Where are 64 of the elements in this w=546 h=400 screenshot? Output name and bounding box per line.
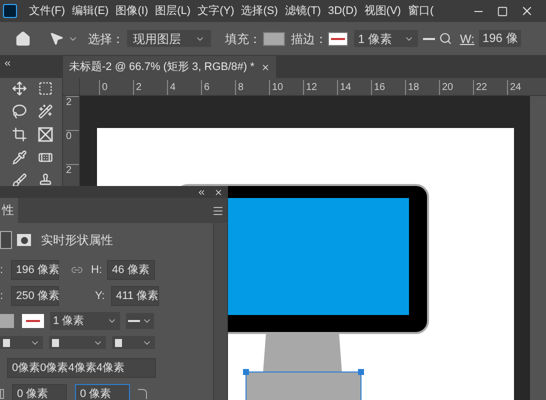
menu-item[interactable]: 文件(F) [29, 2, 66, 20]
menu-item[interactable]: 窗口( [408, 2, 434, 20]
width-label: W: [460, 30, 474, 48]
line-style-dropdown[interactable] [126, 313, 154, 329]
menu-item[interactable]: 编辑(E) [72, 2, 109, 20]
stroke-align-dropdown[interactable] [0, 336, 43, 349]
move-icon[interactable] [12, 81, 28, 96]
pointer-icon[interactable] [49, 31, 64, 46]
stroke-width-dropdown[interactable]: 1 像素 [50, 312, 120, 330]
document-tab[interactable]: 未标题-2 @ 66.7% (矩形 3, RGB/8#) * [63, 56, 276, 78]
close-icon[interactable] [261, 62, 270, 72]
shape-mask-icon[interactable] [0, 231, 12, 249]
width-field[interactable]: 196 像素 [11, 260, 59, 280]
stroke-corner-dropdown[interactable] [112, 336, 155, 349]
y-field[interactable]: 411 像素 [111, 286, 159, 306]
width-field[interactable]: 196 像 [479, 30, 521, 47]
lasso-icon[interactable] [12, 104, 28, 119]
stroke-label: 描边： [291, 30, 327, 48]
menu-item[interactable]: 图层(L) [155, 2, 191, 20]
stroke-swatch[interactable] [328, 32, 348, 46]
select-label: 选择： [88, 30, 124, 48]
fill-label: 填充： [225, 30, 261, 48]
close-icon[interactable] [520, 4, 534, 18]
vector-mask-icon[interactable] [17, 234, 31, 246]
horizontal-ruler: 0 2 4 6 8 10 12 14 16 18 20 22 24 [80, 78, 546, 96]
collapse-icon[interactable] [3, 59, 12, 68]
eyedropper-icon[interactable] [12, 150, 28, 165]
x-field[interactable]: 250 像素 [11, 286, 59, 306]
field-label: : [0, 288, 4, 304]
corner-field[interactable]: 0 像素 [75, 384, 130, 400]
field-label: Y: [95, 288, 106, 304]
frame-icon[interactable] [38, 127, 53, 142]
fill-swatch[interactable] [263, 32, 285, 46]
stroke-swatch[interactable] [22, 314, 44, 328]
corner-shape-icon[interactable] [138, 389, 147, 399]
field-label: : [0, 262, 4, 278]
menu-item[interactable]: 视图(V) [364, 2, 401, 20]
brush-icon[interactable] [12, 173, 28, 188]
height-field[interactable]: 46 像素 [107, 260, 155, 280]
home-icon[interactable] [15, 30, 31, 46]
panel-tab[interactable]: 性 [0, 198, 18, 223]
field-label: H: [91, 262, 103, 278]
marquee-icon[interactable] [38, 81, 53, 96]
menu-item[interactable]: 3D(D) [328, 2, 358, 20]
app-logo-icon [3, 4, 17, 18]
menu-item[interactable]: 滤镜(T) [284, 2, 321, 20]
maximize-icon[interactable] [497, 6, 508, 16]
layer-select-dropdown[interactable]: 现用图层 [127, 30, 211, 47]
menu-item[interactable]: 文字(Y) [198, 2, 234, 20]
menu-item[interactable]: 图像(I) [116, 2, 148, 20]
collapse-icon[interactable] [197, 188, 206, 196]
menu-item[interactable]: 选择(S) [241, 2, 278, 20]
bandage-icon[interactable] [38, 150, 53, 165]
panel-menu-icon[interactable] [212, 204, 224, 216]
fill-swatch[interactable] [0, 314, 14, 328]
stroke-width-dropdown[interactable]: 1 像素 [354, 30, 418, 47]
link-icon[interactable] [71, 264, 83, 276]
magic-wand-icon[interactable] [38, 104, 53, 119]
close-icon[interactable] [214, 188, 223, 196]
crop-icon[interactable] [12, 127, 28, 142]
corner-radius-field[interactable]: 0像素0像素4像素4像素 [7, 358, 156, 378]
stroke-cap-dropdown[interactable] [49, 336, 106, 349]
search-icon[interactable] [439, 32, 452, 45]
corner-field[interactable]: 0 像素 [12, 384, 67, 400]
